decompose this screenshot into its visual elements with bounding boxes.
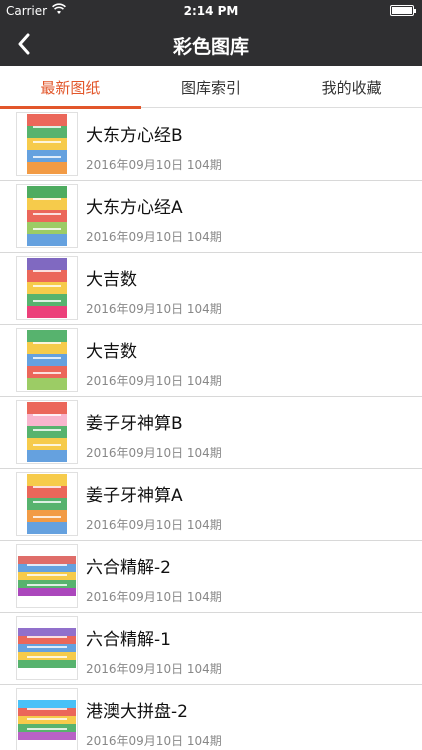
status-bar: Carrier 2:14 PM <box>0 0 422 22</box>
item-date-issue: 2016年09月10日 104期 <box>86 302 222 316</box>
image-list: 大东方心经B 2016年09月10日 104期 大东方心经A 2016年09月10日 … <box>0 109 422 750</box>
thumbnail-image <box>16 112 78 176</box>
list-item[interactable]: 六合精解-1 2016年09月10日 104期 <box>0 613 422 685</box>
tab-latest[interactable]: 最新图纸 <box>0 66 141 109</box>
poster-preview <box>27 402 67 462</box>
thumbnail-image <box>16 688 78 750</box>
list-item[interactable]: 大吉数 2016年09月10日 104期 <box>0 253 422 325</box>
item-title: 姜子牙神算A <box>86 486 183 506</box>
thumbnail-image <box>16 544 78 608</box>
tab-index[interactable]: 图库索引 <box>141 66 282 108</box>
poster-preview <box>27 186 67 246</box>
item-title: 姜子牙神算B <box>86 414 183 434</box>
thumbnail-image <box>16 184 78 248</box>
poster-preview <box>27 474 67 534</box>
item-title: 大东方心经B <box>86 126 183 146</box>
item-date-issue: 2016年09月10日 104期 <box>86 374 222 388</box>
item-title: 大东方心经A <box>86 198 183 218</box>
tab-favorites[interactable]: 我的收藏 <box>281 66 422 108</box>
item-date-issue: 2016年09月10日 104期 <box>86 446 222 460</box>
list-item[interactable]: 六合精解-2 2016年09月10日 104期 <box>0 541 422 613</box>
poster-preview <box>18 700 76 740</box>
item-date-issue: 2016年09月10日 104期 <box>86 590 222 604</box>
item-date-issue: 2016年09月10日 104期 <box>86 662 222 676</box>
list-item[interactable]: 大吉数 2016年09月10日 104期 <box>0 325 422 397</box>
navigation-bar: 彩色图库 <box>0 22 422 66</box>
item-date-issue: 2016年09月10日 104期 <box>86 230 222 244</box>
thumbnail-image <box>16 256 78 320</box>
item-date-issue: 2016年09月10日 104期 <box>86 158 222 172</box>
item-date-issue: 2016年09月10日 104期 <box>86 518 222 532</box>
poster-preview <box>27 258 67 318</box>
item-title: 六合精解-1 <box>86 630 171 650</box>
battery-icon <box>390 5 416 16</box>
item-title: 六合精解-2 <box>86 558 171 578</box>
thumbnail-image <box>16 400 78 464</box>
list-item[interactable]: 大东方心经B 2016年09月10日 104期 <box>0 109 422 181</box>
item-title: 大吉数 <box>86 270 137 290</box>
poster-preview <box>18 628 76 668</box>
list-item[interactable]: 港澳大拼盘-2 2016年09月10日 104期 <box>0 685 422 750</box>
page-title: 彩色图库 <box>172 36 249 58</box>
list-item[interactable]: 大东方心经A 2016年09月10日 104期 <box>0 181 422 253</box>
thumbnail-image <box>16 616 78 680</box>
list-item[interactable]: 姜子牙神算A 2016年09月10日 104期 <box>0 469 422 541</box>
thumbnail-image <box>16 472 78 536</box>
item-title: 港澳大拼盘-2 <box>86 702 188 722</box>
item-date-issue: 2016年09月10日 104期 <box>86 734 222 748</box>
item-title: 大吉数 <box>86 342 137 362</box>
poster-preview <box>18 556 76 596</box>
segment-tabs: 最新图纸 图库索引 我的收藏 <box>0 66 422 109</box>
poster-preview <box>27 330 67 390</box>
thumbnail-image <box>16 328 78 392</box>
poster-preview <box>27 114 67 174</box>
list-item[interactable]: 姜子牙神算B 2016年09月10日 104期 <box>0 397 422 469</box>
status-time: 2:14 PM <box>183 4 239 18</box>
